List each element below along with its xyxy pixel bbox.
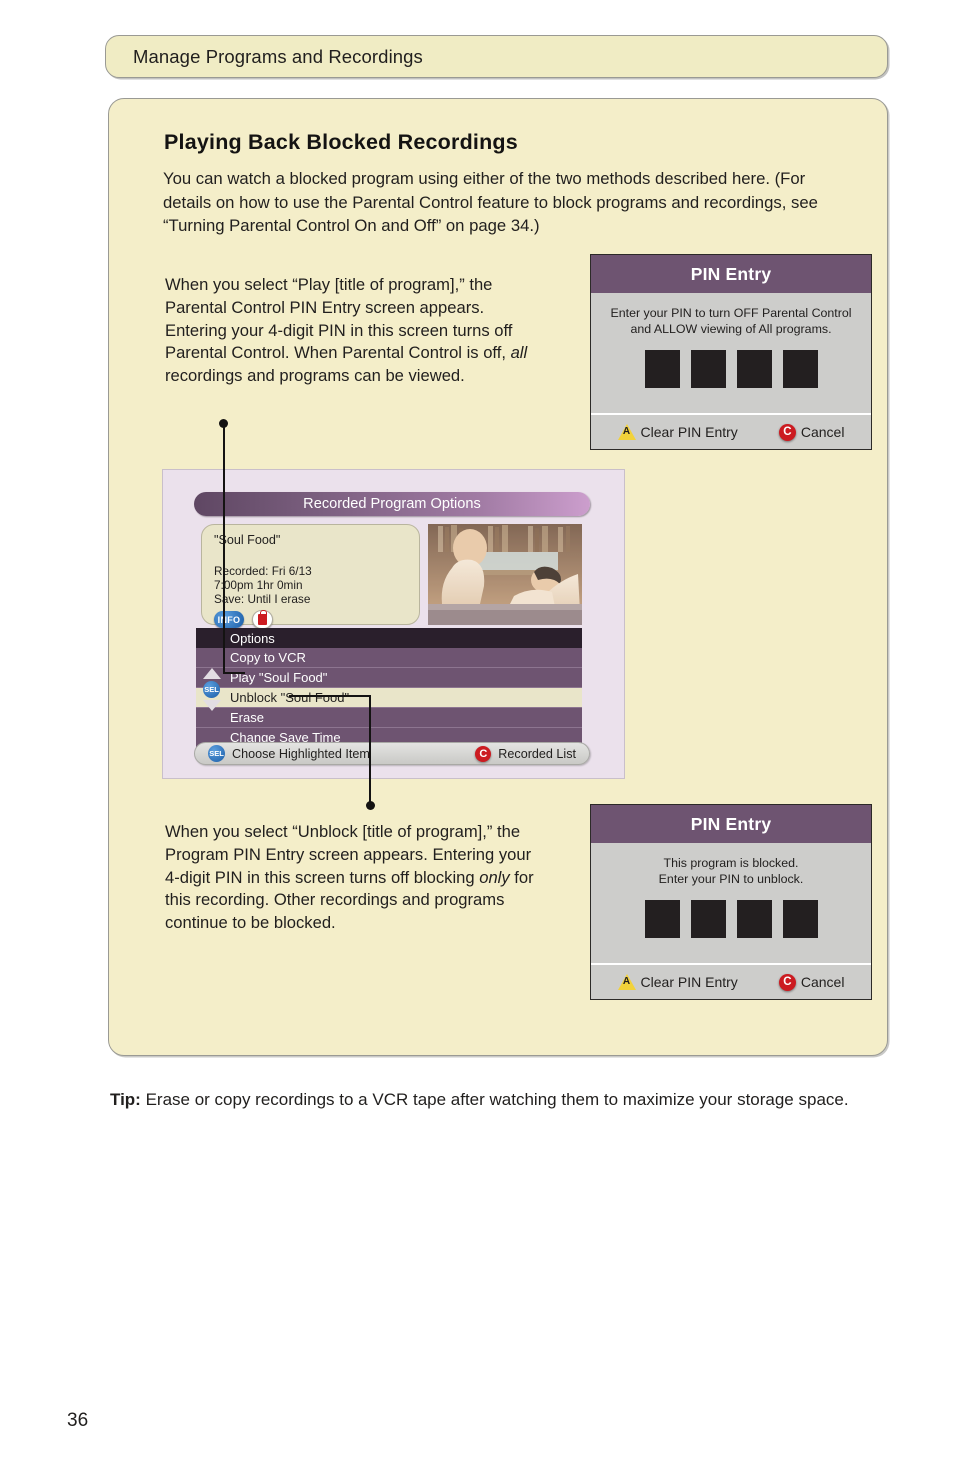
recorded-list-label: Recorded List: [498, 746, 576, 761]
option-row-play[interactable]: Play "Soul Food": [196, 668, 582, 688]
cancel-button[interactable]: C Cancel: [778, 423, 845, 441]
clear-pin-entry-label: Clear PIN Entry: [640, 974, 738, 990]
pin-dialog-message: This program is blocked. Enter your PIN …: [599, 855, 863, 887]
pin-digit-group[interactable]: [599, 900, 863, 963]
red-circle-c-icon: C: [475, 745, 492, 762]
page-number: 36: [67, 1410, 89, 1431]
info-badge-icon[interactable]: INFO: [214, 611, 244, 628]
content-panel: Playing Back Blocked Recordings You can …: [108, 98, 888, 1056]
option-row-unblock[interactable]: Unblock "Soul Food": [196, 688, 582, 708]
clear-pin-entry-button[interactable]: A Clear PIN Entry: [617, 974, 738, 990]
callout-top-part2: recordings and programs can be viewed.: [165, 366, 465, 386]
leader-line-top-vertical: [222, 424, 225, 674]
tip-label: Tip:: [110, 1090, 141, 1109]
pin-digit-group[interactable]: [599, 350, 863, 413]
callout-top-part1: When you select “Play [title of program]…: [165, 275, 513, 363]
pin-entry-dialog-program: PIN Entry This program is blocked. Enter…: [590, 804, 872, 1000]
pin-digit-box[interactable]: [644, 900, 680, 938]
list-scroll-controls: SEL: [199, 668, 224, 711]
sel-button-icon[interactable]: SEL: [203, 681, 220, 698]
pin-dialog-message: Enter your PIN to turn OFF Parental Cont…: [599, 305, 863, 337]
pin-dialog-body: This program is blocked. Enter your PIN …: [591, 843, 871, 963]
callout-bottom-part1: When you select “Unblock [title of progr…: [165, 822, 532, 887]
pin-digit-box[interactable]: [736, 900, 772, 938]
pin-dialog-title: PIN Entry: [591, 255, 871, 293]
program-save-setting: Save: Until I erase: [214, 592, 311, 606]
pin-dialog-title: PIN Entry: [591, 805, 871, 843]
program-title: "Soul Food": [214, 533, 281, 547]
callout-bottom-emphasis: only: [479, 867, 510, 887]
program-info-card: "Soul Food" Recorded: Fri 6/13 7:00pm 1h…: [201, 524, 420, 629]
tv-screen-footer: SEL Choose Highlighted Item C Recorded L…: [194, 742, 590, 765]
pin-entry-dialog-parental: PIN Entry Enter your PIN to turn OFF Par…: [590, 254, 872, 450]
pin-dialog-footer: A Clear PIN Entry C Cancel: [591, 413, 871, 449]
leader-dot-bottom: [365, 801, 375, 810]
up-arrow-icon[interactable]: [202, 668, 221, 679]
options-list-header: Options: [196, 628, 582, 648]
pin-digit-box[interactable]: [690, 350, 726, 388]
cancel-button[interactable]: C Cancel: [778, 973, 845, 991]
red-circle-c-icon: C: [778, 423, 796, 441]
clear-pin-entry-button[interactable]: A Clear PIN Entry: [617, 424, 738, 440]
cancel-label: Cancel: [800, 424, 845, 440]
pin-digit-box[interactable]: [690, 900, 726, 938]
recorded-program-options-screen: Recorded Program Options "Soul Food" Rec…: [162, 469, 625, 779]
option-row-copy-to-vcr[interactable]: Copy to VCR: [196, 648, 582, 668]
tv-screen-header: Recorded Program Options: [194, 492, 590, 516]
tip-paragraph: Tip: Erase or copy recordings to a VCR t…: [110, 1088, 875, 1112]
tip-text: Erase or copy recordings to a VCR tape a…: [140, 1090, 849, 1109]
pin-dialog-footer: A Clear PIN Entry C Cancel: [591, 963, 871, 999]
locked-padlock-icon: [252, 610, 273, 629]
pin-message-line2: and ALLOW viewing of All programs.: [630, 322, 832, 336]
callout-top-emphasis: all: [510, 343, 528, 363]
pin-digit-box[interactable]: [644, 350, 680, 388]
intro-paragraph: You can watch a blocked program using ei…: [163, 169, 818, 235]
page-title: Playing Back Blocked Recordings: [164, 130, 518, 154]
leader-line-bottom-vertical: [369, 695, 371, 803]
pin-digit-box[interactable]: [782, 900, 818, 938]
choose-highlighted-item-action[interactable]: SEL Choose Highlighted Item: [208, 745, 370, 762]
pin-digit-box[interactable]: [736, 350, 772, 388]
pin-message-line1: Enter your PIN to turn OFF Parental Cont…: [610, 306, 852, 320]
running-head-title: Manage Programs and Recordings: [133, 45, 423, 67]
red-circle-c-icon: C: [778, 973, 796, 991]
down-arrow-icon[interactable]: [202, 700, 221, 711]
program-time-duration: 7:00pm 1hr 0min: [214, 578, 303, 592]
callout-paragraph-bottom: When you select “Unblock [title of progr…: [165, 821, 545, 935]
pin-message-line1: This program is blocked.: [663, 856, 799, 870]
clear-pin-entry-label: Clear PIN Entry: [640, 424, 738, 440]
pin-message-line2: Enter your PIN to unblock.: [658, 872, 804, 886]
yellow-triangle-a-icon: A: [617, 974, 636, 990]
cancel-label: Cancel: [800, 974, 845, 990]
option-row-erase[interactable]: Erase: [196, 708, 582, 728]
options-list: Options Copy to VCR Play "Soul Food" Unb…: [196, 628, 582, 748]
running-head-bar: Manage Programs and Recordings: [105, 35, 888, 78]
program-details: Recorded: Fri 6/13 7:00pm 1hr 0min Save:…: [214, 564, 419, 606]
pin-digit-box[interactable]: [782, 350, 818, 388]
choose-highlighted-item-label: Choose Highlighted Item: [232, 746, 370, 761]
sel-button-icon: SEL: [208, 745, 225, 762]
program-badges: INFO: [214, 610, 419, 629]
leader-line-bottom-horizontal: [289, 695, 371, 697]
program-recorded-date: Recorded: Fri 6/13: [214, 564, 312, 578]
recorded-list-action[interactable]: C Recorded List: [475, 745, 576, 762]
leader-line-top-horizontal: [222, 672, 245, 674]
callout-paragraph-top: When you select “Play [title of program]…: [165, 274, 535, 388]
program-thumbnail-image: [428, 524, 582, 625]
yellow-triangle-a-icon: A: [617, 424, 636, 440]
pin-dialog-body: Enter your PIN to turn OFF Parental Cont…: [591, 293, 871, 413]
